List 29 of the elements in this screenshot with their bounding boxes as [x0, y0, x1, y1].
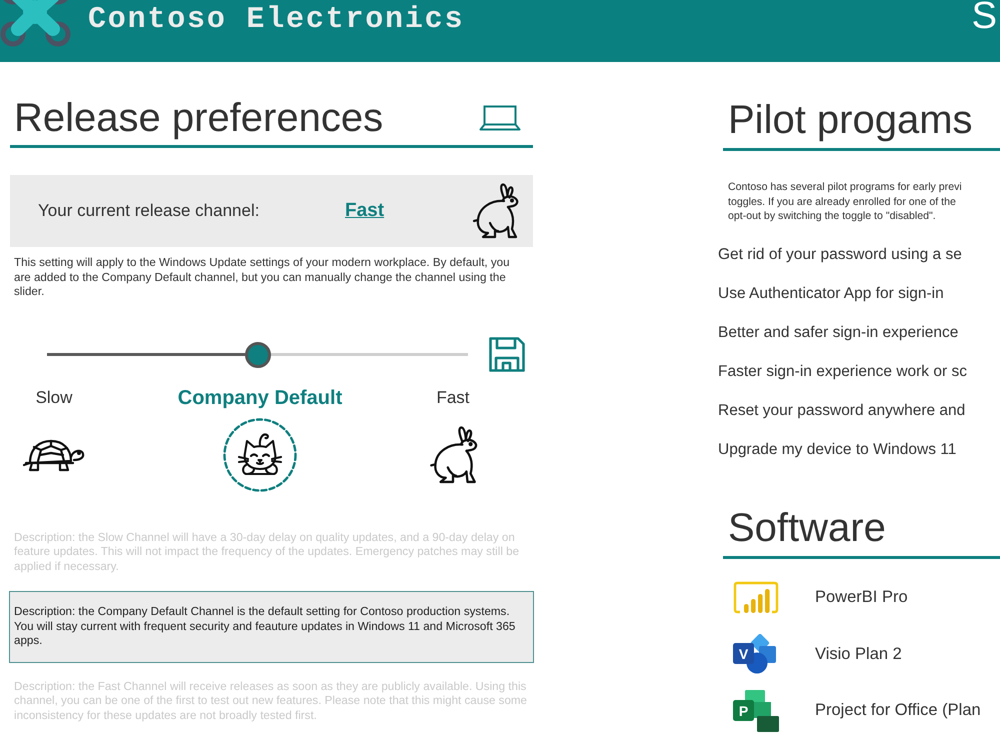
section-heading: Pilot progams: [728, 97, 973, 144]
pilot-description: Contoso has several pilot programs for early previ toggles. If you are already enrolled for one of the opt-out by switching the toggle to "disabled".: [728, 180, 963, 224]
pilot-program-label: Reset your password anywhere and: [718, 401, 966, 422]
channel-label: Company Default: [178, 386, 342, 408]
slider-thumb[interactable]: [244, 342, 270, 368]
software-name: Visio Plan 2: [815, 644, 902, 665]
pilot-program-label: Get rid of your password using a se: [718, 245, 962, 266]
site-title: Contoso Electronics: [88, 3, 464, 37]
intro-text: This setting will apply to the Windows Update settings of your modern workplace. By default, you are added to the Company Default channel, but you can manually change the channel using the slider.: [13, 256, 511, 300]
channel-label: Slow: [36, 386, 72, 408]
laptop-icon: [479, 104, 521, 130]
save-icon[interactable]: [489, 337, 525, 372]
cat-icon: [222, 416, 298, 492]
section-heading: Software: [728, 504, 886, 552]
pilot-program-label: Faster sign-in experience work or sc: [718, 362, 967, 382]
header-text: S: [972, 0, 997, 38]
section-heading: Release preferences: [14, 94, 384, 142]
current-channel-link[interactable]: Fast: [345, 196, 384, 226]
software-name: Project for Office (Plan: [815, 700, 981, 722]
pilot-program-label: Use Authenticator App for sign-in: [718, 284, 944, 304]
bar-chart-icon: [733, 580, 779, 615]
channel-label: Fast: [436, 386, 470, 408]
current-channel-label: Your current release channel:: [38, 200, 260, 222]
logo-icon: [0, 0, 72, 48]
software-name: PowerBI Pro: [815, 587, 908, 608]
rabbit-icon: [470, 183, 520, 239]
channel-description: Description: the Company Default Channel is the default setting for Contoso production systems. You will stay current with frequent security and feauture updates in Windows 11 and Microsoft 365 apps.: [9, 591, 534, 662]
pilot-program-label: Better and safer sign-in experience: [718, 323, 958, 344]
pilot-program-label: Upgrade my device to Windows 11: [718, 440, 956, 460]
